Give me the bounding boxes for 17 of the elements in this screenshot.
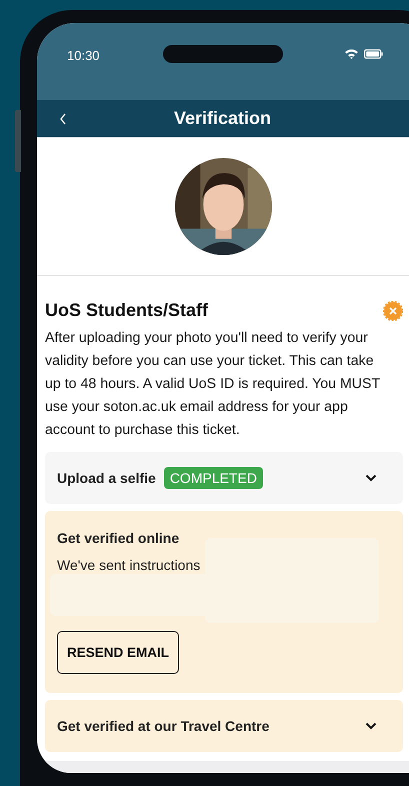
status-badge: COMPLETED — [164, 467, 263, 489]
chevron-icon — [365, 722, 377, 730]
step-text: We've sent instructions — [57, 557, 200, 573]
page-title: Verification — [174, 108, 272, 129]
wifi-icon — [344, 48, 359, 59]
back-icon[interactable] — [59, 112, 67, 126]
step-title: Get verified online — [57, 530, 180, 546]
ticket-title: UoS Students/Staff — [45, 300, 208, 321]
accordion-card[interactable]: Get verified at our Travel Centre — [45, 700, 403, 752]
resend-button[interactable]: RESEND EMAIL — [57, 631, 180, 674]
step-title: Get verified at our Travel Centre — [57, 718, 270, 734]
battery-icon — [364, 48, 383, 58]
ticket-description: After uploading your photo you'll need to verify your validity before you can use your ticket. This can take up to 48 hours. A valid UoS ID is required. You MUST use your soton.ac.uk email address for your app account to purchase this ticket. — [45, 329, 381, 440]
chevron-icon — [365, 474, 377, 482]
accordion-card[interactable]: Upload a selfie COMPLETED — [45, 452, 403, 504]
status-time: 10:30 — [67, 48, 101, 63]
step-title: Upload a selfie — [57, 470, 156, 486]
